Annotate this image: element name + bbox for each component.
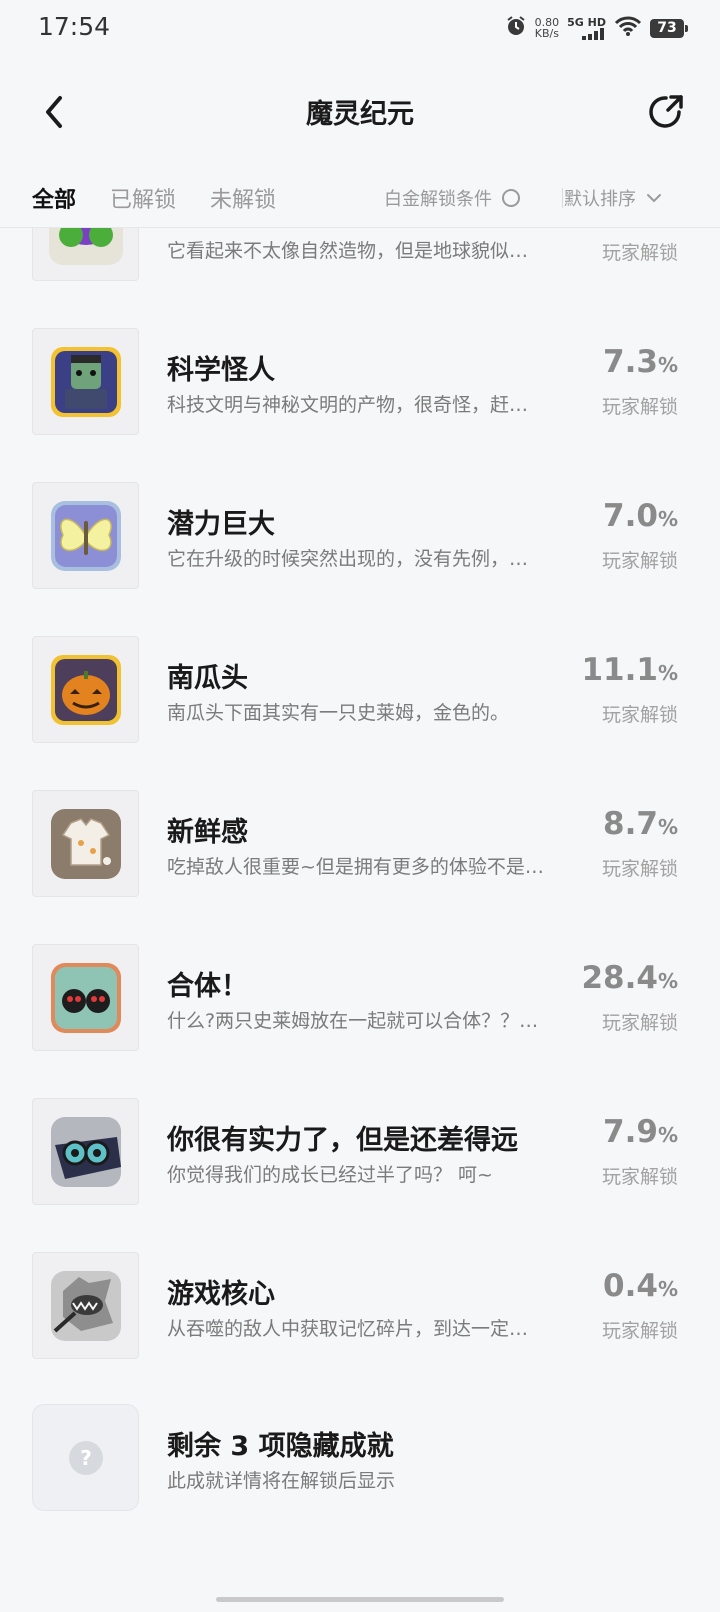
sort-label: 默认排序 — [564, 189, 636, 210]
achievement-item[interactable]: 南瓜头 南瓜头下面其实有一只史莱姆，金色的。 11.1% 玩家解锁 — [0, 636, 720, 746]
achievement-item[interactable]: 你很有实力了，但是还差得远 你觉得我们的成长已经过半了吗？ 呵~ 7.9% 玩家… — [0, 1098, 720, 1208]
svg-text:?: ? — [80, 1446, 92, 1470]
share-button[interactable] — [642, 88, 690, 136]
hidden-achievements-item[interactable]: ? 剩余 3 项隐藏成就 此成就详情将在解锁后显示 — [0, 1404, 720, 1514]
achievement-item[interactable]: 新鲜感 吃掉敌人很重要~但是拥有更多的体验不是… 8.7% 玩家解锁 — [0, 790, 720, 900]
unlock-label: 玩家解锁 — [601, 242, 678, 264]
achievement-item[interactable]: 合体！ 什么?两只史莱姆放在一起就可以合体？？… 28.4% 玩家解锁 — [0, 944, 720, 1054]
achievement-item[interactable]: 游戏核心 从吞噬的敌人中获取记忆碎片，到达一定… 0.4% 玩家解锁 — [0, 1252, 720, 1362]
page-title: 魔灵纪元 — [306, 99, 414, 130]
unlock-label: 玩家解锁 — [601, 396, 678, 418]
achievement-item[interactable]: 它看起来不太像自然造物，但是地球貌似… 玩家解锁 — [0, 228, 720, 284]
achievement-desc: 它在升级的时候突然出现的，没有先例，… — [167, 548, 529, 570]
achievement-desc: 它看起来不太像自然造物，但是地球貌似… — [167, 240, 529, 262]
tab-unlocked[interactable]: 已解锁 — [110, 182, 176, 214]
achievement-thumbnail — [32, 328, 139, 435]
unlock-label: 玩家解锁 — [601, 1166, 678, 1188]
green-creature-icon — [48, 228, 123, 265]
alarm-icon — [505, 15, 527, 41]
network-speed: 0.80 KB/s — [534, 16, 560, 40]
achievement-thumbnail — [32, 636, 139, 743]
unlock-percentage: 0.4% — [603, 1268, 678, 1304]
achievement-list: 它看起来不太像自然造物，但是地球貌似… 玩家解锁 科学怪人 科技文明与神秘文明的… — [0, 228, 720, 1612]
achievement-desc: 南瓜头下面其实有一只史莱姆，金色的。 — [167, 702, 510, 724]
status-bar: 17:54 0.80 KB/s 5G HD 73 — [0, 0, 720, 56]
achievement-item[interactable]: 潜力巨大 它在升级的时候突然出现的，没有先例，… 7.0% 玩家解锁 — [0, 482, 720, 592]
achievement-desc: 什么?两只史莱姆放在一起就可以合体？？… — [167, 1010, 539, 1032]
unlock-label: 玩家解锁 — [601, 858, 678, 880]
tab-locked[interactable]: 未解锁 — [210, 182, 276, 214]
unlock-percentage: 28.4% — [581, 960, 678, 996]
header: 魔灵纪元 — [0, 78, 720, 148]
monster-core-icon — [50, 1270, 121, 1341]
pumpkin-icon — [50, 654, 121, 725]
butterfly-icon — [50, 500, 121, 571]
chevron-down-icon — [647, 194, 661, 203]
wifi-icon — [614, 15, 642, 41]
tab-all[interactable]: 全部 — [32, 182, 76, 214]
achievement-title: 科学怪人 — [167, 355, 275, 386]
achievement-title: 新鲜感 — [167, 817, 248, 848]
radio-circle-icon — [502, 189, 520, 207]
achievement-item[interactable]: 科学怪人 科技文明与神秘文明的产物，很奇怪，赶… 7.3% 玩家解锁 — [0, 328, 720, 438]
achievement-desc: 从吞噬的敌人中获取记忆碎片，到达一定… — [167, 1318, 529, 1340]
unlock-percentage: 11.1% — [581, 652, 678, 688]
achievement-desc: 你觉得我们的成长已经过半了吗？ 呵~ — [167, 1164, 493, 1186]
achievement-title: 南瓜头 — [167, 663, 248, 694]
platinum-filter-toggle[interactable]: 白金解锁条件 — [384, 185, 520, 211]
frankenstein-icon — [50, 346, 121, 417]
status-time: 17:54 — [38, 12, 111, 41]
battery-indicator: 73 — [650, 18, 688, 38]
unlock-label: 玩家解锁 — [601, 1320, 678, 1342]
shirt-icon — [50, 808, 121, 879]
achievement-desc: 科技文明与神秘文明的产物，很奇怪，赶… — [167, 394, 529, 416]
unlock-percentage: 7.0% — [603, 498, 678, 534]
achievement-desc: 吃掉敌人很重要~但是拥有更多的体验不是… — [167, 856, 544, 878]
achievement-thumbnail — [32, 944, 139, 1051]
achievement-title: 游戏核心 — [167, 1279, 275, 1310]
achievement-thumbnail — [32, 1252, 139, 1359]
unlock-percentage: 8.7% — [603, 806, 678, 842]
home-indicator[interactable] — [216, 1597, 504, 1602]
achievement-thumbnail — [32, 228, 139, 281]
achievement-thumbnail: ? — [32, 1404, 139, 1511]
unlock-percentage: 7.9% — [603, 1114, 678, 1150]
platinum-filter-label: 白金解锁条件 — [384, 189, 492, 210]
share-icon — [649, 95, 683, 128]
achievement-desc: 此成就详情将在解锁后显示 — [167, 1470, 396, 1492]
achievement-thumbnail — [32, 482, 139, 589]
achievement-title: 剩余 3 项隐藏成就 — [167, 1431, 394, 1462]
achievement-title: 合体！ — [167, 971, 248, 1002]
goggles-icon — [50, 1116, 121, 1187]
unlock-label: 玩家解锁 — [601, 704, 678, 726]
achievement-thumbnail — [32, 1098, 139, 1205]
achievement-title: 你很有实力了，但是还差得远 — [167, 1125, 518, 1156]
question-mark-icon: ? — [68, 1440, 103, 1475]
unlock-percentage: 7.3% — [603, 344, 678, 380]
twin-slime-icon — [50, 962, 121, 1033]
unlock-label: 玩家解锁 — [601, 550, 678, 572]
signal-bars-icon — [582, 27, 604, 40]
sort-dropdown[interactable]: 默认排序 — [564, 185, 662, 211]
achievement-thumbnail — [32, 790, 139, 897]
achievement-title: 潜力巨大 — [167, 509, 275, 540]
cell-signal: 5G HD — [567, 17, 606, 40]
unlock-label: 玩家解锁 — [601, 1012, 678, 1034]
status-icons: 0.80 KB/s 5G HD 73 — [505, 14, 688, 42]
filter-divider — [562, 188, 563, 208]
tab-bar: 全部 已解锁 未解锁 白金解锁条件 默认排序 — [0, 170, 720, 228]
